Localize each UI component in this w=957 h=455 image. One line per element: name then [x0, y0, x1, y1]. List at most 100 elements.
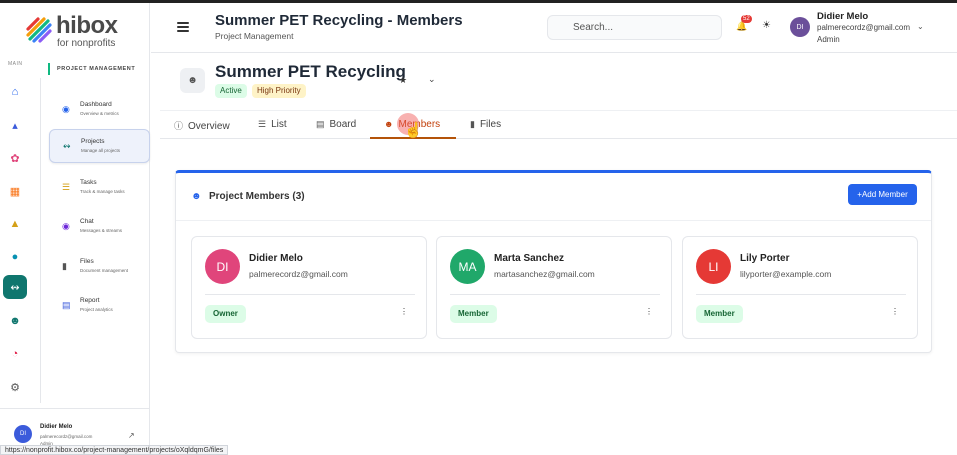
header-user-name: Didier Melo [817, 11, 869, 22]
report-icon: ▤ [62, 300, 71, 310]
chevron-down-icon[interactable]: ⌄ [428, 74, 436, 85]
member-name: Didier Melo [249, 253, 303, 264]
external-link-icon[interactable]: ↗ [128, 431, 135, 440]
tab-overview[interactable]: ⓘ Overview [174, 119, 230, 132]
header-user-email: palmerecordz@gmail.com [817, 23, 911, 32]
tab-label: Overview [188, 121, 230, 132]
sidebar-item-label: Chat [80, 218, 94, 225]
avatar: MA [450, 249, 485, 284]
more-options-icon[interactable]: ⋮ [400, 307, 408, 316]
org-chart-icon[interactable]: ▴ [3, 113, 27, 137]
pie-chart-icon[interactable]: ◔ [3, 342, 27, 366]
members-card: ☻ Project Members (3) +Add Member DI Did… [175, 170, 932, 353]
more-options-icon[interactable]: ⋮ [891, 307, 899, 316]
divider [205, 294, 415, 295]
education-icon[interactable]: ▲ [3, 212, 27, 236]
member-card[interactable]: MA Marta Sanchez martasanchez@gmail.com … [436, 236, 672, 339]
role-badge: Member [696, 305, 743, 323]
divider [696, 294, 906, 295]
member-name: Lily Porter [740, 253, 790, 264]
role-badge: Owner [205, 305, 246, 323]
sidebar-item-subtitle: Overview & metrics [80, 111, 119, 116]
theme-toggle-icon[interactable]: ☀ [762, 20, 771, 31]
status-badge: Active [215, 84, 247, 98]
donation-icon[interactable]: ✿ [3, 146, 27, 170]
sidebar: hibox for nonprofits MAIN ⌂ ▴ ✿ ▦ ▲ ● ↭ … [0, 3, 150, 455]
star-icon[interactable]: ★ [399, 75, 407, 86]
people-icon: ☻ [191, 191, 202, 202]
avatar: LI [696, 249, 731, 284]
add-member-button[interactable]: +Add Member [848, 184, 917, 205]
sidebar-item-report[interactable]: ▤ Report Project analytics [49, 289, 150, 323]
project-people-icon: ☻ [180, 68, 205, 93]
header-user-role: Admin [817, 35, 840, 44]
home-icon[interactable]: ⌂ [3, 80, 27, 104]
more-options-icon[interactable]: ⋮ [645, 307, 653, 316]
avatar: DI [205, 249, 240, 284]
members-card-title: Project Members (3) [209, 191, 305, 202]
project-title: Summer PET Recycling [215, 62, 406, 81]
page-title: Summer PET Recycling - Members [215, 12, 463, 29]
chevron-down-icon[interactable]: ⌄ [917, 22, 924, 31]
link-status-bar: https://nonprofit.hibox.co/project-manag… [0, 445, 229, 455]
sidebar-item-dashboard[interactable]: ◉ Dashboard Overview & metrics [49, 93, 150, 127]
member-email: lilyporter@example.com [740, 269, 832, 279]
sidebar-item-label: Projects [81, 138, 105, 145]
projects-icon: ↭ [63, 141, 71, 151]
page-subtitle: Project Management [215, 31, 294, 41]
sidebar-item-subtitle: Project analytics [80, 307, 113, 312]
logo[interactable]: hibox for nonprofits [22, 12, 132, 49]
folder-icon: ▮ [470, 119, 475, 129]
sidebar-panel: ◉ Dashboard Overview & metrics ↭ Project… [40, 78, 150, 403]
sidebar-item-label: Dashboard [80, 101, 112, 108]
notification-badge: 52 [741, 15, 752, 23]
people-icon[interactable]: ☻ [3, 309, 27, 333]
member-card[interactable]: LI Lily Porter lilyporter@example.com Me… [682, 236, 918, 339]
section-title: PROJECT MANAGEMENT [48, 63, 135, 75]
project-management-icon[interactable]: ↭ [3, 275, 27, 299]
sidebar-item-projects[interactable]: ↭ Projects Manage all projects [49, 129, 150, 163]
member-email: palmerecordz@gmail.com [249, 269, 348, 279]
list-icon: ☰ [258, 119, 267, 129]
chat-icon: ◉ [62, 221, 70, 231]
tab-label: List [271, 119, 287, 130]
tab-files[interactable]: ▮ Files [470, 119, 501, 130]
member-name: Marta Sanchez [494, 253, 565, 264]
info-icon: ⓘ [174, 121, 184, 131]
member-card[interactable]: DI Didier Melo palmerecordz@gmail.com Ow… [191, 236, 427, 339]
rail-main-label: MAIN [8, 61, 23, 67]
sidebar-item-subtitle: Manage all projects [81, 148, 121, 153]
dashboard-icon: ◉ [62, 104, 70, 114]
tab-label: Board [329, 119, 357, 130]
tab-board[interactable]: ▤ Board [316, 119, 356, 130]
search-input[interactable]: Search... [547, 15, 722, 40]
sidebar-item-label: Tasks [80, 179, 97, 186]
sidebar-user-email: palmerecordz@gmail.com [40, 434, 93, 439]
hand-cursor-icon: ☝ [404, 122, 423, 139]
tasks-icon: ☰ [62, 182, 71, 192]
settings-icon[interactable]: ⚙ [3, 375, 27, 399]
priority-badge: High Priority [252, 84, 306, 98]
role-badge: Member [450, 305, 497, 323]
member-email: martasanchez@gmail.com [494, 269, 595, 279]
divider [450, 294, 660, 295]
sidebar-item-label: Report [80, 297, 100, 304]
app: hibox for nonprofits MAIN ⌂ ▴ ✿ ▦ ▲ ● ↭ … [0, 0, 957, 455]
document-icon[interactable]: ▦ [3, 179, 27, 203]
globe-icon[interactable]: ● [3, 245, 27, 269]
board-icon: ▤ [316, 119, 325, 129]
tab-list[interactable]: ☰ List [258, 119, 287, 130]
sidebar-item-chat[interactable]: ◉ Chat Messages & streams [49, 210, 150, 244]
logo-tagline: for nonprofits [57, 38, 116, 49]
avatar: DI [14, 425, 32, 443]
sidebar-user-name: Didier Melo [40, 424, 73, 430]
project-tabs: ⓘ Overview ☰ List ▤ Board ☻ Members ▮ Files [160, 110, 957, 139]
sidebar-item-files[interactable]: ▮ Files Document management [49, 250, 150, 284]
sidebar-item-subtitle: Track & manage tasks [80, 189, 125, 194]
menu-icon[interactable] [177, 22, 189, 32]
avatar[interactable]: DI [790, 17, 810, 37]
tab-label: Files [479, 119, 502, 130]
sidebar-item-tasks[interactable]: ☰ Tasks Track & manage tasks [49, 171, 150, 205]
icon-rail: MAIN ⌂ ▴ ✿ ▦ ▲ ● ↭ ☻ ◔ ⚙ [0, 53, 34, 403]
sidebar-item-subtitle: Messages & streams [80, 228, 123, 233]
